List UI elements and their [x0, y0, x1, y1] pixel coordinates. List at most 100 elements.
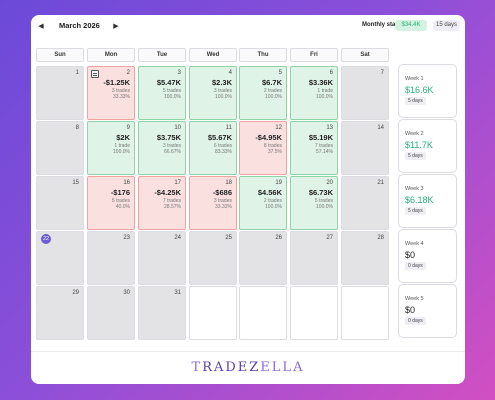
calendar-day-cell[interactable]: 30: [87, 286, 135, 340]
day-pnl: $3.75K: [156, 133, 181, 142]
weekday-header-sat: Sat: [341, 48, 389, 62]
week-days-badge: 5 days: [405, 207, 426, 215]
day-pnl: $6.73K: [308, 188, 333, 197]
day-winrate: 33.33%: [215, 204, 232, 210]
week-pnl: $11.7K: [405, 140, 433, 150]
monthly-pnl-badge: $34.4K: [395, 20, 427, 31]
day-winrate: 37.5%: [267, 149, 282, 155]
week-summary-card[interactable]: Week 2 $11.7K 5 days: [398, 119, 457, 173]
day-winrate: 57.14%: [316, 149, 333, 155]
day-pnl: $5.19K: [308, 133, 333, 142]
day-number: 4: [228, 70, 232, 76]
calendar-day-cell[interactable]: 17 -$4.25K 7 trades 28.57%: [138, 176, 186, 230]
weekday-header-fri: Fri: [290, 48, 338, 62]
day-winrate: 66.67%: [164, 149, 181, 155]
weekday-header-tue: Tue: [138, 48, 186, 62]
tradezella-logo: TRADEZELLA: [191, 360, 305, 375]
day-number: 17: [174, 180, 181, 186]
week-summary-card[interactable]: Week 3 $6.18K 5 days: [398, 174, 457, 228]
day-number: 3: [177, 70, 181, 76]
calendar-day-cell[interactable]: 28: [341, 231, 389, 285]
calendar-day-cell[interactable]: 5 $6.7K 2 trades 100.0%: [239, 66, 287, 120]
day-pnl: $6.7K: [261, 78, 282, 87]
day-winrate: 100.0%: [265, 94, 282, 100]
week-pnl: $0: [405, 305, 416, 315]
week-summary-card[interactable]: Week 4 $0 0 days: [398, 229, 457, 283]
divider: [31, 351, 465, 352]
day-number: 29: [72, 290, 79, 296]
calendar-header: ◀ March 2026 ▶ Monthly stats: $34.4K 15 …: [31, 15, 465, 39]
calendar-day-cell[interactable]: 25: [189, 231, 237, 285]
calendar-day-cell[interactable]: 21: [341, 176, 389, 230]
day-winrate: 100.0%: [265, 204, 282, 210]
calendar-day-cell[interactable]: 6 $3.36K 1 trade 100.0%: [290, 66, 338, 120]
today-day-number: 22: [41, 234, 51, 244]
calendar-day-cell[interactable]: 29: [36, 286, 84, 340]
calendar-day-cell[interactable]: 13 $5.19K 7 trades 57.14%: [290, 121, 338, 175]
month-title: March 2026: [59, 21, 100, 30]
day-number: 14: [377, 125, 384, 131]
week-pnl: $0: [405, 250, 416, 260]
chevron-right-icon[interactable]: ▶: [111, 22, 121, 32]
calendar-day-cell: [341, 286, 389, 340]
calendar-day-cell[interactable]: 19 $4.56K 2 trades 100.0%: [239, 176, 287, 230]
calendar-day-cell[interactable]: 1: [36, 66, 84, 120]
day-winrate: 100.0%: [113, 149, 130, 155]
day-winrate: 83.33%: [215, 149, 232, 155]
calendar-day-cell[interactable]: 31: [138, 286, 186, 340]
calendar-day-cell[interactable]: 22: [36, 231, 84, 285]
note-icon[interactable]: [91, 70, 99, 78]
day-winrate: 40.0%: [115, 204, 130, 210]
day-number: 31: [174, 290, 181, 296]
calendar-day-cell[interactable]: 3 $5.47K 5 trades 100.0%: [138, 66, 186, 120]
day-number: 10: [174, 125, 181, 131]
weekday-header-wed: Wed: [189, 48, 237, 62]
day-pnl: $2.3K: [211, 78, 232, 87]
day-number: 26: [275, 235, 282, 241]
calendar-day-cell: [239, 286, 287, 340]
calendar-day-cell[interactable]: 12 -$4.95K 8 trades 37.5%: [239, 121, 287, 175]
day-number: 8: [75, 125, 79, 131]
day-pnl: $5.67K: [207, 133, 232, 142]
week-summary-card[interactable]: Week 1 $16.6K 5 days: [398, 64, 457, 118]
day-pnl: -$4.95K: [255, 133, 282, 142]
week-days-badge: 0 days: [405, 262, 426, 270]
calendar-day-cell[interactable]: 9 $2K 1 trade 100.0%: [87, 121, 135, 175]
day-number: 16: [123, 180, 130, 186]
calendar-day-cell[interactable]: 10 $3.75K 3 trades 66.67%: [138, 121, 186, 175]
calendar-day-cell[interactable]: 27: [290, 231, 338, 285]
day-winrate: 100.0%: [164, 94, 181, 100]
day-number: 13: [326, 125, 333, 131]
day-number: 18: [225, 180, 232, 186]
calendar-day-cell[interactable]: 24: [138, 231, 186, 285]
week-summary-card[interactable]: Week 5 $0 0 days: [398, 284, 457, 338]
calendar-day-cell[interactable]: 18 -$686 3 trades 33.33%: [189, 176, 237, 230]
calendar-day-cell[interactable]: 2 -$1.25K 3 trades 33.33%: [87, 66, 135, 120]
weekday-header-sun: Sun: [36, 48, 84, 62]
calendar-day-cell: [290, 286, 338, 340]
day-pnl: $2K: [116, 133, 130, 142]
day-pnl: $3.36K: [308, 78, 333, 87]
calendar-day-cell[interactable]: 15: [36, 176, 84, 230]
day-number: 25: [225, 235, 232, 241]
calendar-day-cell[interactable]: 20 $6.73K 5 trades 100.0%: [290, 176, 338, 230]
day-number: 12: [275, 125, 282, 131]
calendar-day-cell[interactable]: 8: [36, 121, 84, 175]
calendar-day-cell[interactable]: 7: [341, 66, 389, 120]
calendar-day-cell[interactable]: 14: [341, 121, 389, 175]
day-pnl: -$4.25K: [154, 188, 181, 197]
week-label: Week 4: [405, 241, 424, 247]
calendar-day-cell[interactable]: 26: [239, 231, 287, 285]
calendar-day-cell[interactable]: 11 $5.67K 6 trades 83.33%: [189, 121, 237, 175]
week-days-badge: 5 days: [405, 97, 426, 105]
calendar-day-cell[interactable]: 16 -$176 5 trades 40.0%: [87, 176, 135, 230]
chevron-left-icon[interactable]: ◀: [36, 22, 46, 32]
day-pnl: $4.56K: [257, 188, 282, 197]
week-label: Week 1: [405, 76, 424, 82]
week-label: Week 3: [405, 186, 424, 192]
calendar-day-cell[interactable]: 23: [87, 231, 135, 285]
calendar-day-cell[interactable]: 4 $2.3K 3 trades 100.0%: [189, 66, 237, 120]
week-label: Week 2: [405, 131, 424, 137]
day-pnl: -$686: [212, 188, 232, 197]
day-pnl: -$1.25K: [103, 78, 130, 87]
